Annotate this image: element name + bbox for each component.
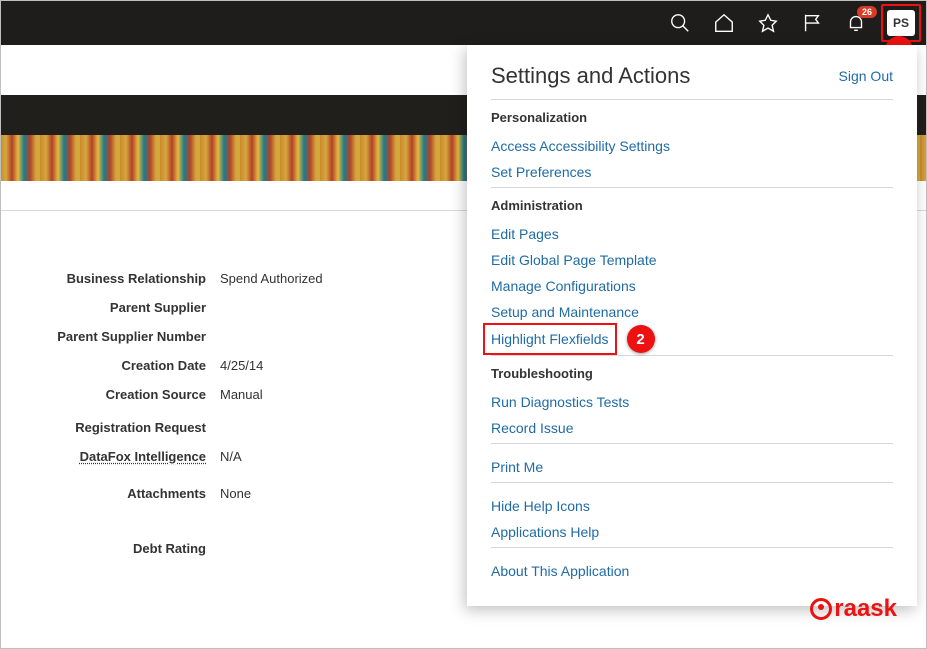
field-label: Business Relationship bbox=[0, 271, 220, 286]
field-value: None bbox=[220, 486, 251, 501]
field-label: Parent Supplier bbox=[0, 300, 220, 315]
flag-icon[interactable] bbox=[799, 10, 825, 36]
print-section: Print Me bbox=[491, 443, 893, 482]
user-menu-wrap: PS bbox=[887, 10, 915, 36]
set-preferences-link[interactable]: Set Preferences bbox=[491, 159, 893, 185]
field-label: Attachments bbox=[0, 486, 220, 501]
bell-icon[interactable]: 26 bbox=[843, 10, 869, 36]
field-label: Registration Request bbox=[0, 420, 220, 435]
watermark-logo: raask bbox=[810, 595, 897, 623]
watermark-text: raask bbox=[834, 595, 897, 623]
section-title: Troubleshooting bbox=[491, 366, 893, 381]
field-label: Parent Supplier Number bbox=[0, 329, 220, 344]
field-value: N/A bbox=[220, 449, 242, 464]
edit-pages-link[interactable]: Edit Pages bbox=[491, 221, 893, 247]
top-toolbar: 26 PS bbox=[0, 0, 927, 45]
annotation-callout-2: 2 bbox=[627, 325, 655, 353]
field-label: Debt Rating bbox=[0, 541, 220, 556]
print-me-link[interactable]: Print Me bbox=[491, 454, 893, 480]
home-icon[interactable] bbox=[711, 10, 737, 36]
troubleshooting-section: Troubleshooting Run Diagnostics Tests Re… bbox=[491, 355, 893, 443]
edit-global-template-link[interactable]: Edit Global Page Template bbox=[491, 247, 893, 273]
highlight-flexfields-link[interactable]: Highlight Flexfields bbox=[491, 326, 609, 352]
panel-header: Settings and Actions Sign Out bbox=[491, 63, 893, 99]
watermark-icon bbox=[810, 598, 832, 620]
datafox-label[interactable]: DataFox Intelligence bbox=[0, 449, 220, 464]
manage-configurations-link[interactable]: Manage Configurations bbox=[491, 273, 893, 299]
field-value: Spend Authorized bbox=[220, 271, 323, 286]
section-title: Administration bbox=[491, 198, 893, 213]
user-menu-button[interactable]: PS bbox=[887, 10, 915, 36]
settings-actions-panel: Settings and Actions Sign Out Personaliz… bbox=[467, 45, 917, 606]
field-value: Manual bbox=[220, 387, 263, 402]
sign-out-link[interactable]: Sign Out bbox=[839, 68, 893, 84]
hide-help-icons-link[interactable]: Hide Help Icons bbox=[491, 493, 893, 519]
about-section: About This Application bbox=[491, 547, 893, 586]
setup-maintenance-link[interactable]: Setup and Maintenance bbox=[491, 299, 893, 325]
star-icon[interactable] bbox=[755, 10, 781, 36]
notification-badge: 26 bbox=[857, 6, 877, 18]
panel-title: Settings and Actions bbox=[491, 63, 690, 89]
applications-help-link[interactable]: Applications Help bbox=[491, 519, 893, 545]
personalization-section: Personalization Access Accessibility Set… bbox=[491, 99, 893, 187]
run-diagnostics-link[interactable]: Run Diagnostics Tests bbox=[491, 389, 893, 415]
access-accessibility-link[interactable]: Access Accessibility Settings bbox=[491, 133, 893, 159]
record-issue-link[interactable]: Record Issue bbox=[491, 415, 893, 441]
about-app-link[interactable]: About This Application bbox=[491, 558, 893, 584]
field-value: 4/25/14 bbox=[220, 358, 263, 373]
field-label: Creation Date bbox=[0, 358, 220, 373]
search-icon[interactable] bbox=[667, 10, 693, 36]
administration-section: Administration Edit Pages Edit Global Pa… bbox=[491, 187, 893, 355]
section-title: Personalization bbox=[491, 110, 893, 125]
help-section: Hide Help Icons Applications Help bbox=[491, 482, 893, 547]
field-label: Creation Source bbox=[0, 387, 220, 402]
